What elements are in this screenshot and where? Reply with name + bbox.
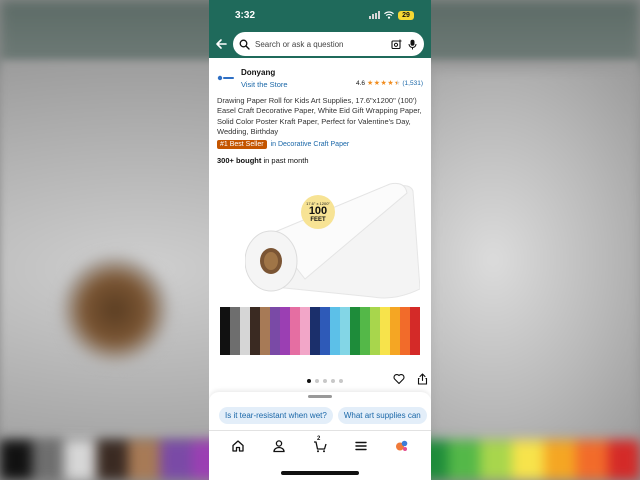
menu-icon[interactable] [354,439,368,453]
color-swatch [270,307,280,356]
color-swatch [310,307,320,356]
product-title: Drawing Paper Roll for Kids Art Supplies… [217,96,422,136]
heart-icon[interactable] [393,373,405,385]
color-swatch [390,307,400,356]
color-swatch [360,307,370,356]
status-bar: 3:32 29 [209,0,431,30]
pagination-dot[interactable] [315,379,319,384]
color-swatch [370,307,380,356]
status-time: 3:32 [235,9,256,21]
home-icon[interactable] [231,439,245,453]
color-swatch [300,307,310,356]
pagination-dot[interactable] [331,379,335,384]
color-swatch [240,307,250,356]
color-swatch [280,307,290,356]
color-swatches [220,307,420,356]
color-swatch [330,307,340,356]
size-badge-number: 100 [308,205,328,218]
star-icon: ★ [366,80,374,87]
account-icon[interactable] [272,439,286,453]
rating-value: 4.6 [355,80,365,87]
color-swatch [290,307,300,356]
brand-logo[interactable] [217,73,235,83]
color-swatch [320,307,330,356]
color-swatch [400,307,410,356]
color-swatch [410,307,420,356]
ask-rufus-panel: Is it tear-resistant when wet? What art … [209,392,431,430]
color-swatch [260,307,270,356]
star-icon: ★ [380,80,387,87]
color-swatch [380,307,390,356]
pagination-dot[interactable] [323,379,327,384]
half-star-icon: ★ [394,80,401,87]
search-input[interactable]: Search or ask a question [233,32,424,56]
size-badge: 17.6" x 1200" 100 FEET [301,195,335,230]
pagination-dot[interactable] [307,379,311,384]
phone-screen: 3:32 29 Search or ask a question Donyang… [209,0,431,480]
camera-icon[interactable] [391,39,402,50]
question-chip[interactable]: Is it tear-resistant when wet? [219,407,333,424]
search-header: Search or ask a question [209,30,431,58]
product-content: Donyang Visit the Store 4.6 ★ ★ ★ ★ ★ (1… [209,58,431,391]
color-swatch [250,307,260,356]
bought-count-bold: 300+ bought [217,156,262,166]
search-placeholder: Search or ask a question [255,39,344,49]
star-icon: ★ [373,80,381,87]
microphone-icon[interactable] [407,39,418,50]
back-arrow-icon[interactable] [215,38,227,50]
drag-handle[interactable] [308,395,332,398]
image-pagination[interactable] [307,379,343,384]
rating-count: (1,531) [402,80,423,87]
question-chip[interactable]: What art supplies can [337,407,427,424]
cart-count: 2 [316,436,321,442]
color-swatch [230,307,240,356]
rufus-icon[interactable] [395,439,409,453]
visit-store-link[interactable]: Visit the Store [241,80,288,89]
star-icon: ★ [387,80,394,87]
size-badge-unit: FEET [310,217,326,224]
product-image[interactable]: 17.6" x 1200" 100 FEET [217,169,423,379]
search-icon [239,39,250,50]
pagination-dot[interactable] [339,379,343,384]
battery-icon: 29 [398,10,414,20]
bottom-nav: 2 [209,430,431,480]
color-swatch [350,307,360,356]
wifi-icon [384,11,394,19]
bought-count-rest: in past month [261,156,309,166]
cart-button[interactable]: 2 [313,436,327,453]
category-link[interactable]: in Decorative Craft Paper [271,141,350,148]
home-indicator [281,471,359,475]
bought-count: 300+ bought in past month [217,156,423,165]
signal-icon [369,11,380,19]
color-swatch [340,307,350,356]
paper-roll-image [245,183,420,299]
best-seller-badge[interactable]: #1 Best Seller [217,140,267,150]
share-icon[interactable] [417,373,428,385]
brand-name: Donyang [241,68,276,77]
color-swatch [220,307,230,356]
rating-summary[interactable]: 4.6 ★ ★ ★ ★ ★ (1,531) [356,80,423,87]
star-rating: ★ ★ ★ ★ ★ [367,80,400,87]
